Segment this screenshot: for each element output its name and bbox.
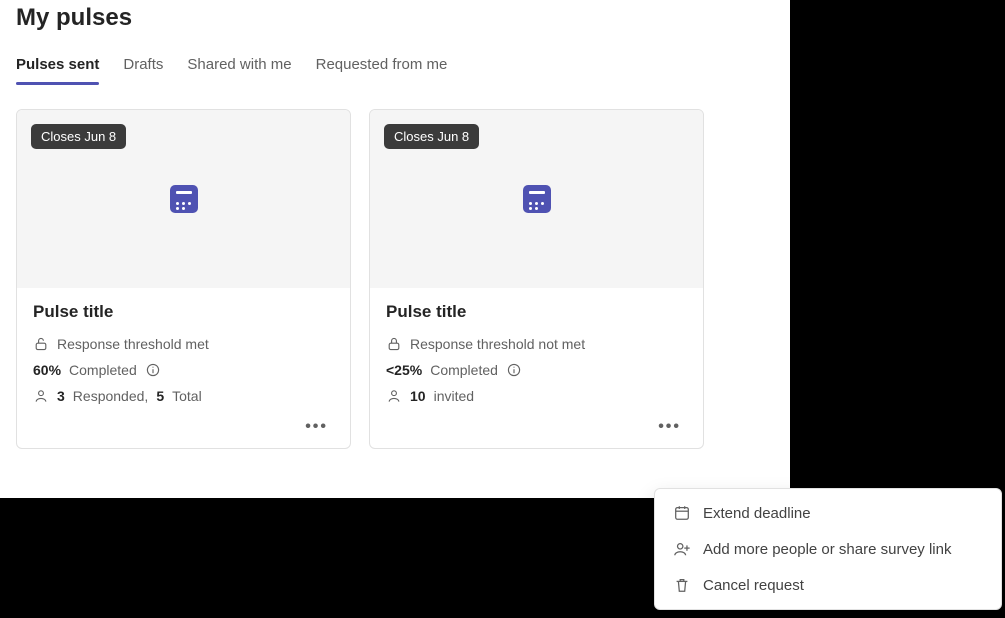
completion-value: <25% xyxy=(386,362,422,378)
menu-item-label: Add more people or share survey link xyxy=(703,541,951,558)
completion-row: 60% Completed xyxy=(33,362,334,378)
threshold-row: Response threshold met xyxy=(33,336,334,352)
menu-item-label: Extend deadline xyxy=(703,505,811,522)
more-actions-button[interactable]: ••• xyxy=(299,414,334,438)
lock-closed-icon xyxy=(386,336,402,352)
responded-label: Responded, xyxy=(73,388,149,404)
menu-item-label: Cancel request xyxy=(703,577,804,594)
menu-add-people[interactable]: Add more people or share survey link xyxy=(655,531,1001,567)
responded-count: 3 xyxy=(57,388,65,404)
pulse-card[interactable]: Closes Jun 8 Pulse title Response thresh… xyxy=(369,109,704,449)
trash-icon xyxy=(673,576,691,594)
tabs: Pulses sent Drafts Shared with me Reques… xyxy=(16,48,774,93)
total-label: Total xyxy=(172,388,202,404)
invited-label: invited xyxy=(434,388,474,404)
card-hero: Closes Jun 8 xyxy=(370,110,703,288)
threshold-row: Response threshold not met xyxy=(386,336,687,352)
more-actions-button[interactable]: ••• xyxy=(652,414,687,438)
person-icon xyxy=(386,388,402,404)
pulse-title: Pulse title xyxy=(33,302,334,322)
invited-count: 10 xyxy=(410,388,426,404)
info-icon[interactable] xyxy=(506,362,522,378)
calendar-icon xyxy=(673,504,691,522)
tab-requested-from-me[interactable]: Requested from me xyxy=(316,48,448,81)
menu-cancel-request[interactable]: Cancel request xyxy=(655,567,1001,603)
tab-shared-with-me[interactable]: Shared with me xyxy=(187,48,291,81)
context-menu: Extend deadline Add more people or share… xyxy=(654,488,1002,610)
close-badge: Closes Jun 8 xyxy=(31,124,126,149)
info-icon[interactable] xyxy=(145,362,161,378)
people-row: 3 Responded, 5 Total xyxy=(33,388,334,404)
pulse-icon xyxy=(523,185,551,213)
cards-container: Closes Jun 8 Pulse title Response thresh… xyxy=(16,93,774,449)
total-count: 5 xyxy=(156,388,164,404)
completion-label: Completed xyxy=(69,362,137,378)
people-add-icon xyxy=(673,540,691,558)
card-hero: Closes Jun 8 xyxy=(17,110,350,288)
completion-label: Completed xyxy=(430,362,498,378)
pulse-card[interactable]: Closes Jun 8 Pulse title Response thresh… xyxy=(16,109,351,449)
threshold-text: Response threshold not met xyxy=(410,336,585,352)
menu-extend-deadline[interactable]: Extend deadline xyxy=(655,495,1001,531)
pulse-icon xyxy=(170,185,198,213)
completion-value: 60% xyxy=(33,362,61,378)
threshold-text: Response threshold met xyxy=(57,336,209,352)
lock-open-icon xyxy=(33,336,49,352)
close-badge: Closes Jun 8 xyxy=(384,124,479,149)
people-row: 10 invited xyxy=(386,388,687,404)
completion-row: <25% Completed xyxy=(386,362,687,378)
person-icon xyxy=(33,388,49,404)
page-title: My pulses xyxy=(16,0,774,48)
tab-drafts[interactable]: Drafts xyxy=(123,48,163,81)
tab-pulses-sent[interactable]: Pulses sent xyxy=(16,48,99,81)
pulse-title: Pulse title xyxy=(386,302,687,322)
